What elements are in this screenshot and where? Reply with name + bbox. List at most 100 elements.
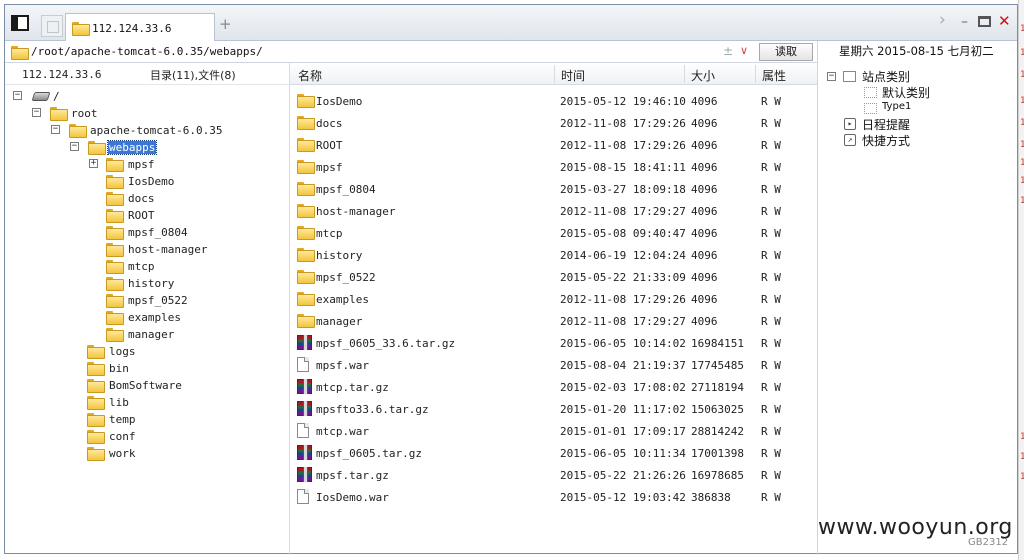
- tab-label: 112.124.33.6: [92, 22, 172, 35]
- file-row[interactable]: host-manager 2012-11-08 17:29:27 4096 R W: [290, 200, 817, 222]
- folder-icon: [87, 345, 105, 359]
- tree-node-label: bin: [109, 362, 129, 375]
- file-name: mpsf_0605.tar.gz: [316, 447, 422, 460]
- tree-node[interactable]: temp: [87, 411, 207, 428]
- file-row[interactable]: ROOT 2012-11-08 17:29:26 4096 R W: [290, 134, 817, 156]
- tree-node-webapps[interactable]: − webapps: [70, 139, 190, 156]
- close-icon[interactable]: ✕: [998, 14, 1011, 29]
- file-row[interactable]: mpsf.tar.gz 2015-05-22 21:26:26 16978685 R …: [290, 464, 817, 486]
- tree-node-label: history: [128, 277, 175, 290]
- file-time: 2014-06-19 12:04:24: [560, 249, 686, 262]
- tree-node[interactable]: + mpsf: [89, 156, 209, 173]
- chevron-right-icon[interactable]: ›: [939, 12, 946, 29]
- file-row[interactable]: mtcp 2015-05-08 09:40:47 4096 R W: [290, 222, 817, 244]
- file-row[interactable]: mpsf_0605.tar.gz 2015-06-05 10:11:34 17001…: [290, 442, 817, 464]
- tree-node[interactable]: examples: [106, 309, 226, 326]
- file-row[interactable]: mpsfto33.6.tar.gz 2015-01-20 11:17:02 1506…: [290, 398, 817, 420]
- column-header-size[interactable]: 大小: [691, 67, 715, 84]
- file-row[interactable]: mpsf_0605_33.6.tar.gz 2015-06-05 10:14:02…: [290, 332, 817, 354]
- type1-label[interactable]: Type1: [882, 101, 911, 112]
- file-row[interactable]: mtcp.war 2015-01-01 17:09:17 28814242 R W: [290, 420, 817, 442]
- tree-node[interactable]: work: [87, 445, 207, 462]
- chevron-down-icon[interactable]: ∨: [740, 44, 748, 57]
- folder-icon: [87, 430, 105, 444]
- tree-node[interactable]: bin: [87, 360, 207, 377]
- tree-node[interactable]: manager: [106, 326, 226, 343]
- file-attr: R W: [761, 205, 781, 218]
- collapse-icon[interactable]: −: [13, 91, 22, 100]
- default-category-label[interactable]: 默认类别: [882, 84, 930, 101]
- server-label: 112.124.33.6: [22, 68, 102, 81]
- folder-icon: [297, 138, 315, 152]
- folder-icon: [297, 182, 315, 196]
- file-row[interactable]: mpsf_0522 2015-05-22 21:33:09 4096 R W: [290, 266, 817, 288]
- file-name: mtcp.war: [316, 425, 369, 438]
- file-row[interactable]: IosDemo.war 2015-05-12 19:03:42 386838 R W: [290, 486, 817, 508]
- file-row[interactable]: mpsf 2015-08-15 18:41:11 4096 R W: [290, 156, 817, 178]
- tree-node[interactable]: docs: [106, 190, 226, 207]
- column-header-attr[interactable]: 属性: [762, 67, 786, 84]
- file-time: 2012-11-08 17:29:27: [560, 205, 686, 218]
- tree-node[interactable]: BomSoftware: [87, 377, 207, 394]
- collapse-icon[interactable]: −: [32, 108, 41, 117]
- column-header-time[interactable]: 时间: [561, 67, 585, 84]
- tree-node-label: manager: [128, 328, 175, 341]
- file-row[interactable]: mpsf_0804 2015-03-27 18:09:18 4096 R W: [290, 178, 817, 200]
- tree-node[interactable]: mtcp: [106, 258, 226, 275]
- folder-icon: [87, 413, 105, 427]
- file-row[interactable]: mpsf.war 2015-08-04 21:19:37 17745485 R W: [290, 354, 817, 376]
- file-size: 15063025: [691, 403, 744, 416]
- tree-node[interactable]: lib: [87, 394, 207, 411]
- folder-icon: [106, 192, 124, 206]
- plus-minus-icon[interactable]: ±: [723, 44, 733, 58]
- tree-node[interactable]: − root: [32, 105, 132, 122]
- tree-node[interactable]: ROOT: [106, 207, 226, 224]
- sidebar-toggle-icon[interactable]: [11, 15, 29, 31]
- tree-node[interactable]: host-manager: [106, 241, 226, 258]
- tree-node[interactable]: mpsf_0804: [106, 224, 226, 241]
- tree-node[interactable]: history: [106, 275, 226, 292]
- tree-node[interactable]: conf: [87, 428, 207, 445]
- file-time: 2015-05-08 09:40:47: [560, 227, 686, 240]
- background-window-edge: 1 1 1 1 1 1 1 1 1 1 1 1: [1018, 0, 1024, 560]
- collapse-icon[interactable]: −: [70, 142, 79, 151]
- column-divider[interactable]: [554, 65, 555, 83]
- column-divider[interactable]: [755, 65, 756, 83]
- column-divider[interactable]: [684, 65, 685, 83]
- read-button[interactable]: 读取: [759, 43, 813, 61]
- tab-blank[interactable]: [41, 15, 63, 37]
- file-attr: R W: [761, 293, 781, 306]
- collapse-icon[interactable]: −: [51, 125, 60, 134]
- file-row[interactable]: IosDemo 2015-05-12 19:46:10 4096 R W: [290, 90, 817, 112]
- file-row[interactable]: history 2014-06-19 12:04:24 4096 R W: [290, 244, 817, 266]
- edge-mark: 1: [1020, 96, 1024, 106]
- file-row[interactable]: mtcp.tar.gz 2015-02-03 17:08:02 27118194 R …: [290, 376, 817, 398]
- file-row[interactable]: examples 2012-11-08 17:29:26 4096 R W: [290, 288, 817, 310]
- new-tab-icon[interactable]: +: [219, 17, 232, 32]
- path-input[interactable]: /root/apache-tomcat-6.0.35/webapps/: [31, 45, 263, 58]
- maximize-icon[interactable]: [978, 16, 991, 27]
- minimize-icon[interactable]: –: [961, 15, 968, 29]
- site-category-label[interactable]: 站点类别: [862, 68, 910, 85]
- schedule-label[interactable]: 日程提醒: [862, 116, 910, 133]
- tree-node-label: examples: [128, 311, 181, 324]
- file-row[interactable]: manager 2012-11-08 17:29:27 4096 R W: [290, 310, 817, 332]
- shortcuts-label[interactable]: 快捷方式: [862, 132, 910, 149]
- tree-node[interactable]: − apache-tomcat-6.0.35: [51, 122, 251, 139]
- tree-node[interactable]: − /: [13, 88, 93, 105]
- column-header-name[interactable]: 名称: [298, 67, 322, 84]
- tree-node-label: IosDemo: [128, 175, 175, 188]
- tree-node[interactable]: mpsf_0522: [106, 292, 226, 309]
- tab-server[interactable]: 112.124.33.6: [65, 13, 215, 41]
- file-size: 28814242: [691, 425, 744, 438]
- shortcut-icon: ↗: [844, 134, 856, 146]
- dir-count: 目录(11),文件(8): [150, 69, 236, 82]
- file-size: 4096: [691, 249, 718, 262]
- expand-icon[interactable]: +: [89, 159, 98, 168]
- file-row[interactable]: docs 2012-11-08 17:29:26 4096 R W: [290, 112, 817, 134]
- tree-header: 112.124.33.6 目录(11),文件(8): [5, 63, 289, 85]
- tree-node[interactable]: logs: [87, 343, 207, 360]
- file-attr: R W: [761, 359, 781, 372]
- tree-node[interactable]: IosDemo: [106, 173, 226, 190]
- collapse-icon[interactable]: −: [827, 72, 836, 81]
